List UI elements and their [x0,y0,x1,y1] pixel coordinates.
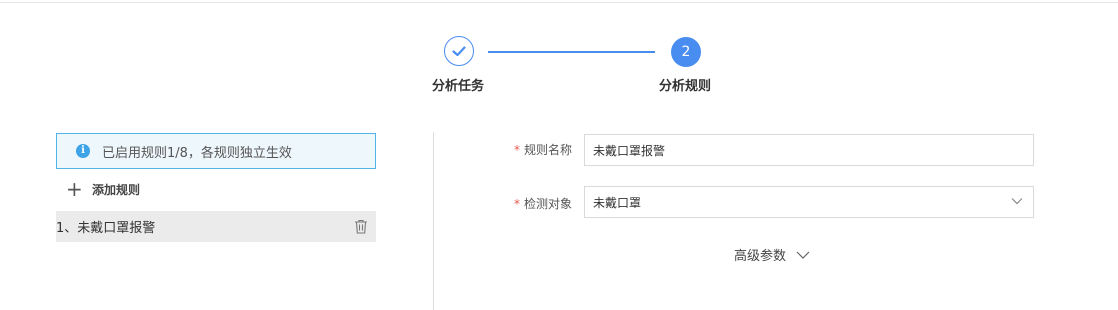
rule-name-label: * 规则名称 [513,143,572,157]
advanced-params-toggle[interactable]: 高级参数 [734,245,810,264]
detect-target-select[interactable]: 未戴口罩 [584,186,1034,218]
add-rule-button[interactable]: + 添加规则 [66,178,140,200]
add-rule-label: 添加规则 [92,182,141,197]
info-icon: i [76,144,90,158]
chevron-down-icon [796,251,810,259]
step-connector [488,51,655,53]
required-mark: * [513,143,520,157]
chevron-down-icon [1011,198,1023,205]
step-2-label: 分析规则 [659,79,712,94]
check-icon [452,45,466,56]
step-1-circle [444,36,474,66]
rule-name-value: 未戴口罩报警 [593,143,666,158]
panel-divider [433,132,434,310]
step-2-circle: 2 [671,37,701,67]
rule-name-input[interactable]: 未戴口罩报警 [584,134,1034,166]
info-text: 已启用规则1/8，各规则独立生效 [102,145,292,161]
top-divider [0,2,1118,3]
step-2-number: 2 [681,44,691,60]
rule-list-item[interactable]: 1、未戴口罩报警 [56,211,376,242]
detect-target-label: * 检测对象 [513,197,572,211]
rule-item-label: 1、未戴口罩报警 [56,221,156,236]
rules-info-alert: i 已启用规则1/8，各规则独立生效 [56,133,376,169]
advanced-params-label: 高级参数 [734,249,787,264]
required-mark: * [513,197,520,211]
trash-icon[interactable] [354,219,368,234]
step-1-label: 分析任务 [432,79,485,94]
plus-icon: + [66,177,83,201]
detect-target-value: 未戴口罩 [593,195,642,210]
